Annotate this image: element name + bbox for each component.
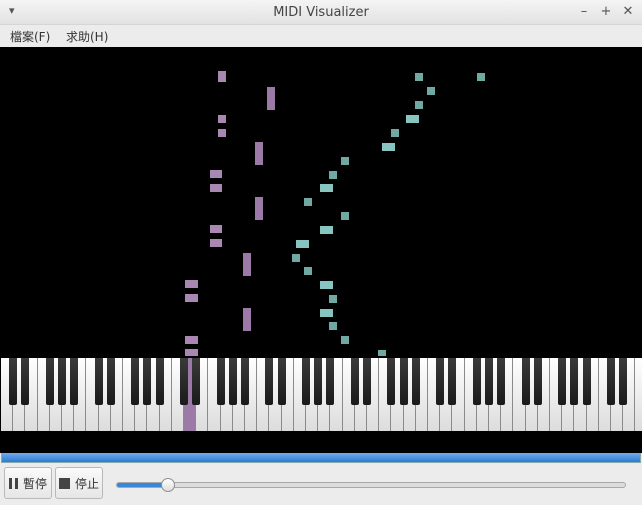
black-key[interactable] [143, 358, 152, 405]
note-bar [329, 295, 337, 303]
note-bar [477, 73, 485, 81]
black-key[interactable] [411, 358, 420, 405]
menu-help[interactable]: 求助(H) [66, 28, 108, 45]
note-bar [243, 253, 251, 276]
menu-bar: 檔案(F) 求助(H) [0, 25, 642, 47]
note-bar [320, 281, 333, 289]
black-key[interactable] [570, 358, 579, 405]
note-bar [304, 198, 312, 206]
black-key[interactable] [485, 358, 493, 405]
black-key[interactable] [302, 358, 310, 405]
black-key[interactable] [228, 358, 237, 405]
pause-label: 暫停 [22, 476, 47, 491]
note-bar [341, 212, 349, 220]
black-key[interactable] [21, 358, 30, 405]
black-key[interactable] [192, 358, 201, 405]
black-key[interactable] [155, 358, 164, 405]
note-bar [185, 349, 198, 356]
note-bar [329, 322, 337, 330]
note-bar [255, 197, 263, 220]
menu-file[interactable]: 檔案(F) [10, 28, 50, 45]
black-key[interactable] [180, 358, 188, 405]
note-bar [304, 267, 312, 275]
stop-button[interactable]: 停止 [55, 467, 103, 499]
black-key[interactable] [607, 358, 615, 405]
window-title: MIDI Visualizer [273, 5, 369, 20]
note-bar [210, 170, 222, 178]
note-bar [292, 254, 300, 262]
pause-icon [8, 477, 18, 489]
black-key[interactable] [521, 358, 530, 405]
note-bar [210, 225, 222, 233]
note-bar [427, 87, 435, 95]
note-bar [341, 336, 349, 344]
note-bar [329, 171, 337, 179]
close-icon[interactable]: ✕ [622, 4, 634, 19]
black-key[interactable] [131, 358, 140, 405]
playback-progress-fill [2, 454, 640, 462]
note-bar [210, 184, 222, 192]
note-bar [243, 308, 251, 331]
note-bar [185, 294, 198, 302]
black-key[interactable] [448, 358, 457, 405]
stop-label: 停止 [74, 476, 99, 491]
keyboard-footer [0, 431, 642, 453]
note-bar [185, 336, 198, 344]
note-bar [320, 226, 333, 234]
black-key[interactable] [350, 358, 359, 405]
note-bar [341, 157, 349, 165]
volume-slider-knob[interactable] [160, 478, 175, 492]
note-bar [210, 239, 222, 247]
note-bar [218, 129, 226, 137]
title-bar: ▾ MIDI Visualizer – + ✕ [0, 0, 642, 25]
black-key[interactable] [277, 358, 286, 405]
black-key[interactable] [326, 358, 335, 405]
white-key[interactable] [635, 358, 642, 431]
black-key[interactable] [94, 358, 103, 405]
note-bar [218, 115, 226, 123]
note-bar [415, 101, 423, 109]
note-bar [406, 115, 419, 123]
note-bar [255, 142, 263, 165]
note-bar [185, 280, 198, 288]
maximize-icon[interactable]: + [600, 4, 612, 19]
black-key[interactable] [363, 358, 371, 405]
black-key[interactable] [314, 358, 323, 405]
note-bar [296, 240, 309, 248]
black-key[interactable] [582, 358, 591, 405]
pause-button[interactable]: 暫停 [4, 467, 52, 499]
black-key[interactable] [265, 358, 274, 405]
volume-slider[interactable] [116, 478, 626, 492]
black-key[interactable] [241, 358, 249, 405]
black-key[interactable] [399, 358, 408, 405]
black-key[interactable] [9, 358, 18, 405]
window-controls: – + ✕ [578, 4, 634, 19]
stop-icon [58, 477, 70, 489]
playback-progress-bar [1, 453, 641, 463]
black-key[interactable] [497, 358, 506, 405]
note-bar [415, 73, 423, 81]
black-key[interactable] [45, 358, 54, 405]
note-visualization [0, 47, 642, 358]
minimize-icon[interactable]: – [578, 4, 590, 19]
note-bar [218, 75, 226, 82]
black-key[interactable] [436, 358, 445, 405]
black-key[interactable] [533, 358, 542, 405]
note-bar [382, 143, 395, 151]
black-key[interactable] [472, 358, 481, 405]
control-bar: 暫停 停止 [0, 463, 642, 505]
black-key[interactable] [216, 358, 225, 405]
note-bar [320, 309, 333, 317]
black-key[interactable] [106, 358, 115, 405]
black-key[interactable] [70, 358, 79, 405]
black-key[interactable] [619, 358, 628, 405]
piano-keyboard [0, 358, 642, 431]
black-key[interactable] [58, 358, 66, 405]
black-key[interactable] [387, 358, 396, 405]
note-bar [378, 350, 386, 356]
note-bar [267, 87, 275, 110]
note-bar [320, 184, 333, 192]
black-key[interactable] [558, 358, 567, 405]
note-bar [391, 129, 399, 137]
